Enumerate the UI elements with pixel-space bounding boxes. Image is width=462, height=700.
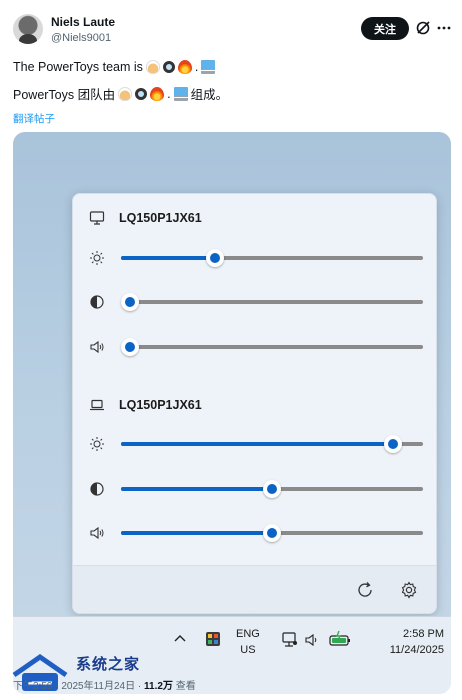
- computer-emoji-icon: [201, 60, 216, 74]
- view-count-label: 查看: [175, 681, 196, 692]
- powertoys-brightness-flyout: LQ150P1JX61 LQ150P1JX61: [72, 193, 437, 614]
- cook-emoji-icon: [145, 60, 160, 74]
- magnifier-emoji-icon: [135, 87, 148, 100]
- brightness-slider-row: [89, 434, 423, 454]
- tweet-text-suffix: 组成。: [190, 88, 229, 102]
- contrast-slider-row: [89, 479, 423, 499]
- settings-gear-icon[interactable]: [399, 580, 419, 600]
- volume-tray-icon[interactable]: [304, 632, 320, 648]
- tweet-text-line-2: PowerToys 团队由 . 组成。: [13, 84, 228, 103]
- network-display-icon[interactable]: [281, 631, 299, 649]
- speaker-icon: [90, 526, 104, 540]
- monitor-icon: [89, 211, 105, 225]
- language-code: ENG: [236, 628, 260, 640]
- sun-icon: [90, 437, 104, 451]
- monitor-name: LQ150P1JX61: [119, 211, 202, 225]
- slider-thumb[interactable]: [121, 293, 140, 311]
- clock-date: 11/24/2025: [389, 644, 444, 656]
- brightness-slider[interactable]: [121, 435, 423, 453]
- laptop-icon: [90, 399, 104, 411]
- slider-thumb[interactable]: [263, 524, 281, 542]
- brightness-slider[interactable]: [121, 249, 423, 267]
- tweet-text: The PowerToys team is: [13, 60, 143, 74]
- slider-thumb[interactable]: [383, 435, 402, 453]
- contrast-slider[interactable]: [121, 293, 423, 311]
- translate-post-link[interactable]: 翻译帖子: [13, 111, 55, 126]
- tweet-punctuation: .: [194, 60, 199, 74]
- contrast-slider[interactable]: [121, 480, 423, 498]
- slider-thumb[interactable]: [263, 480, 281, 498]
- contrast-slider-row: [89, 292, 423, 312]
- chevron-up-icon[interactable]: [173, 632, 187, 646]
- slider-fill: [121, 442, 393, 446]
- monitor-name: LQ150P1JX61: [119, 398, 202, 412]
- post-timestamp[interactable]: 下午3:59 · 2025年11月24日: [13, 681, 135, 692]
- flyout-footer: [73, 565, 436, 613]
- tweet-punctuation: .: [167, 86, 171, 101]
- monitor-header-2: LQ150P1JX61: [89, 397, 202, 413]
- post-meta: 下午3:59 · 2025年11月24日 · 11.2万 查看: [13, 681, 196, 692]
- slider-fill: [121, 531, 272, 535]
- author-avatar[interactable]: [13, 14, 43, 44]
- fire-emoji-icon: [177, 60, 192, 74]
- battery-charging-icon[interactable]: [329, 630, 351, 648]
- volume-slider[interactable]: [121, 338, 423, 356]
- slider-fill: [121, 487, 272, 491]
- tweet-text-line-1: The PowerToys team is .: [13, 60, 216, 74]
- contrast-icon: [90, 295, 104, 309]
- tweet-media-screenshot[interactable]: LQ150P1JX61 LQ150P1JX61 ENG US 2:58 PM 1…: [13, 132, 451, 694]
- view-count: 11.2万: [144, 681, 173, 692]
- sun-icon: [90, 251, 104, 265]
- clock-time: 2:58 PM: [403, 628, 444, 640]
- refresh-icon[interactable]: [355, 580, 375, 600]
- volume-slider-row: [89, 337, 423, 357]
- watermark-text: 系统之家: [76, 656, 141, 673]
- tweet-text-translated: PowerToys 团队由: [13, 88, 116, 102]
- follow-button[interactable]: 关注: [361, 17, 409, 40]
- magnifier-emoji-icon: [162, 61, 175, 73]
- taskbar-clock[interactable]: 2:58 PM 11/24/2025: [358, 626, 444, 658]
- speaker-icon: [90, 340, 104, 354]
- slider-fill: [121, 256, 215, 260]
- fire-emoji-icon: [150, 86, 165, 101]
- author-handle[interactable]: @Niels9001: [51, 32, 111, 44]
- slider-thumb[interactable]: [205, 249, 224, 267]
- powertoys-tray-icon[interactable]: [205, 631, 221, 647]
- input-language-indicator[interactable]: ENG US: [236, 626, 260, 658]
- region-code: US: [240, 644, 256, 656]
- volume-slider-row: [89, 523, 423, 543]
- computer-emoji-icon: [173, 86, 188, 101]
- monitor-header-1: LQ150P1JX61: [89, 210, 202, 226]
- slider-thumb[interactable]: [121, 338, 140, 356]
- cook-emoji-icon: [118, 86, 133, 101]
- author-name[interactable]: Niels Laute: [51, 15, 115, 29]
- contrast-icon: [90, 482, 104, 496]
- grok-icon[interactable]: [415, 20, 431, 36]
- more-options-icon[interactable]: [437, 21, 451, 35]
- volume-slider[interactable]: [121, 524, 423, 542]
- brightness-slider-row: [89, 248, 423, 268]
